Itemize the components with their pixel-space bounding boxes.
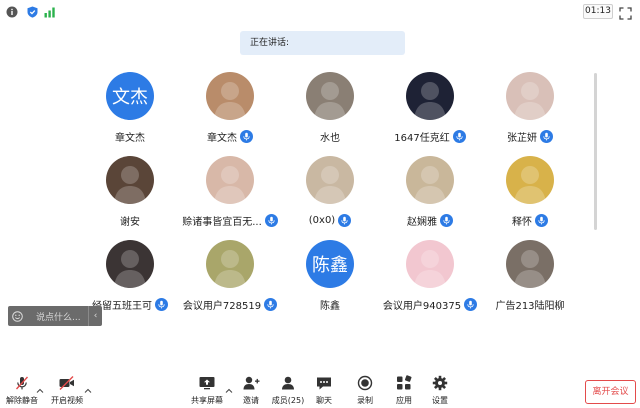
participant-avatar [406,72,454,120]
bottom-toolbar: 解除静音 开启视频 共享屏幕 邀请 成员(25) 聊天 录制 应用 设置 [0,372,640,408]
participant-tile[interactable]: 陈鑫 陈鑫 [280,240,380,324]
invite-button[interactable]: 邀请 [236,374,266,406]
top-bar: 01:13 [0,0,640,26]
participant-name: 谢安 [120,216,140,228]
participant-name: 陈鑫 [320,300,340,312]
participant-tile[interactable]: 谢安 [80,156,180,240]
participant-name: 1647任克红 [394,132,450,144]
participant-avatar: 陈鑫 [306,240,354,288]
participant-name: 张芷妍 [507,132,537,144]
participant-tile[interactable]: 释怀 [480,156,580,240]
participant-avatar [206,240,254,288]
participant-name: 会议用户728519 [182,300,262,312]
add-user-icon [242,374,260,392]
microphone-icon [452,129,466,143]
participant-avatar [506,72,554,120]
start-video-button[interactable]: 开启视频 [50,374,84,406]
members-icon [279,374,297,392]
chat-label: 聊天 [316,396,332,405]
grid-scrollbar[interactable] [594,73,597,230]
participant-tile[interactable]: (0x0) [280,156,380,240]
settings-label: 设置 [432,396,448,405]
speaking-indicator: 正在讲话: [240,31,405,55]
chat-button[interactable]: 聊天 [309,374,339,406]
apps-grid-icon [395,374,413,392]
share-screen-icon [198,374,216,392]
start-video-label: 开启视频 [51,396,83,405]
participant-avatar: 文杰 [106,72,154,120]
participant-name: 释怀 [512,216,532,228]
video-options-chevron-icon[interactable] [84,387,92,395]
participant-tile[interactable]: 会议用户940375 [380,240,480,324]
muted-microphone-icon [14,374,30,392]
gear-icon [431,374,449,392]
participant-avatar [206,72,254,120]
meeting-timer: 01:13 [583,4,613,19]
share-screen-button[interactable]: 共享屏幕 [190,374,224,406]
participant-tile[interactable]: 章文杰 [180,72,280,156]
participant-tile[interactable]: 1647任克红 [380,72,480,156]
participant-avatar [306,72,354,120]
video-off-icon [58,374,76,392]
participant-name: 赊诸事皆宜百无... [182,216,262,228]
record-label: 录制 [357,396,373,405]
participant-tile[interactable]: 张芷妍 [480,72,580,156]
microphone-icon [155,297,168,311]
chat-bubble-icon [315,374,333,392]
participant-tile[interactable]: 广告213陆阳柳 [480,240,580,324]
participant-tile[interactable]: 水也 [280,72,380,156]
avatar-initials: 文杰 [112,87,148,108]
participant-tile[interactable]: 文杰 章文杰 [80,72,180,156]
members-button[interactable]: 成员(25) [270,374,306,406]
participant-name: (0x0) [308,214,336,226]
invite-label: 邀请 [243,396,259,405]
fullscreen-icon[interactable] [619,5,632,20]
participant-avatar [206,156,254,204]
audio-options-chevron-icon[interactable] [36,387,44,395]
shield-icon[interactable] [26,6,38,18]
participant-avatar [506,240,554,288]
record-button[interactable]: 录制 [350,374,380,406]
microphone-icon [240,129,253,143]
signal-icon [44,6,56,18]
participant-tile[interactable]: 赊诸事皆宜百无... [180,156,280,240]
participant-name: 章文杰 [207,132,237,144]
record-icon [356,374,374,392]
chat-quick-input[interactable]: 说点什么... ‹ [8,306,102,326]
chat-placeholder[interactable]: 说点什么... [26,310,88,323]
microphone-icon [338,213,352,227]
participant-name: 赵娴雅 [407,216,437,228]
participant-name: 章文杰 [115,132,145,144]
info-icon[interactable] [6,6,18,18]
microphone-icon [535,213,548,227]
participant-avatar [106,156,154,204]
microphone-icon [440,213,453,227]
participant-avatar [506,156,554,204]
members-label: 成员(25) [271,396,305,405]
chat-collapse-button[interactable]: ‹ [88,306,102,326]
settings-button[interactable]: 设置 [425,374,455,406]
apps-label: 应用 [396,396,412,405]
participant-name: 广告213陆阳柳 [495,300,565,312]
emoji-icon[interactable] [8,306,26,326]
participant-name: 水也 [320,132,340,144]
microphone-icon [540,129,553,143]
share-screen-label: 共享屏幕 [191,396,223,405]
participant-avatar [306,156,354,204]
participant-name-row: 张芷妍 [470,128,590,144]
unmute-label: 解除静音 [6,396,38,405]
unmute-button[interactable]: 解除静音 [5,374,39,406]
share-options-chevron-icon[interactable] [225,387,233,395]
participant-avatar [106,240,154,288]
participant-name-row: 广告213陆阳柳 [470,296,590,312]
apps-button[interactable]: 应用 [389,374,419,406]
participant-name: 会议用户940375 [382,300,462,312]
participant-avatar [406,240,454,288]
participant-name-row: 释怀 [470,212,590,228]
participant-avatar [406,156,454,204]
avatar-initials: 陈鑫 [312,255,348,276]
participant-tile[interactable]: 会议用户728519 [180,240,280,324]
leave-meeting-button[interactable]: 离开会议 [585,380,636,404]
participant-tile[interactable]: 赵娴雅 [380,156,480,240]
